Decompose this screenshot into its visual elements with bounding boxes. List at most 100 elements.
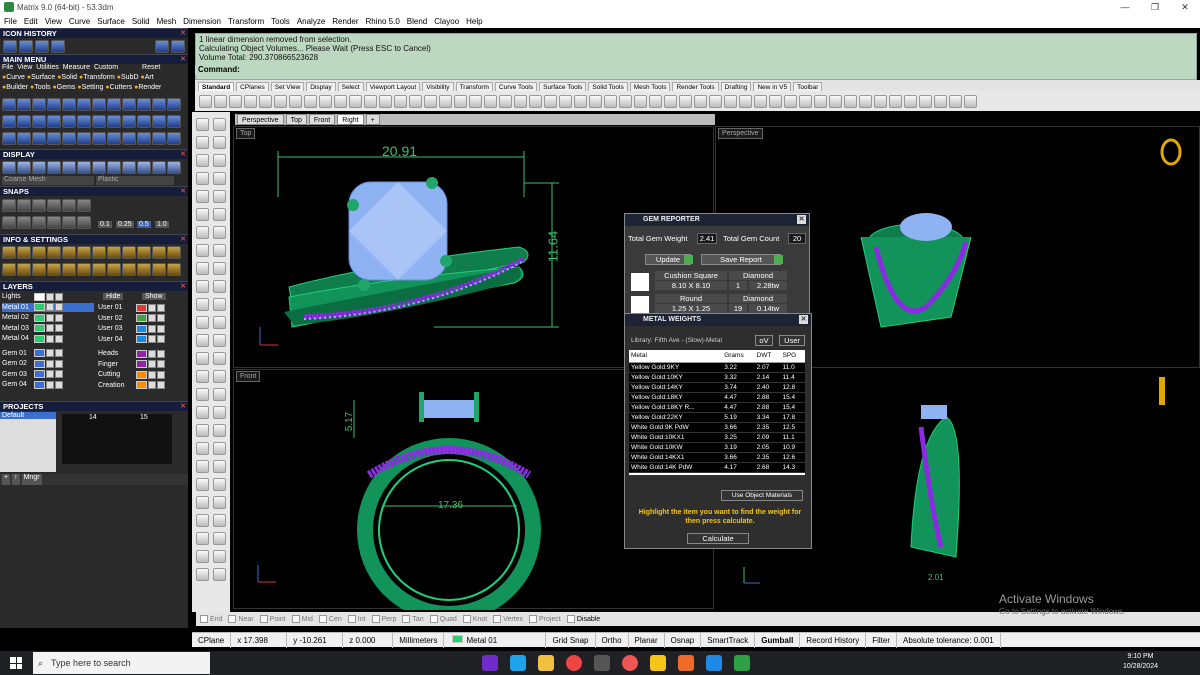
menu-mesh[interactable]: Mesh bbox=[157, 17, 177, 26]
side-tool-icon[interactable] bbox=[196, 118, 209, 131]
side-tool-icon[interactable] bbox=[213, 370, 226, 383]
panel-tool-icon[interactable] bbox=[32, 161, 46, 174]
side-tool-icon[interactable] bbox=[213, 568, 226, 581]
osnap-checkbox[interactable] bbox=[402, 615, 411, 623]
osnap-vertex[interactable]: Vertex bbox=[493, 615, 523, 623]
layer-row[interactable]: Gem 03 bbox=[2, 370, 94, 379]
panel-tool-icon[interactable] bbox=[32, 246, 46, 259]
layer-row[interactable]: Finger bbox=[98, 360, 188, 369]
panel-tool-icon[interactable] bbox=[92, 263, 106, 276]
layer-visibility-icon[interactable] bbox=[46, 313, 54, 322]
status-toggle[interactable]: SmartTrack bbox=[701, 632, 756, 648]
main-menu-utilities[interactable]: Utilities bbox=[36, 64, 59, 71]
layer-color-swatch[interactable] bbox=[136, 381, 147, 389]
layer-lock-icon[interactable] bbox=[157, 349, 165, 358]
main-menu-row2[interactable]: ●Curve ●Surface ●Solid ●Transform ●SubD … bbox=[2, 74, 154, 81]
snap-value-3[interactable]: 1.0 bbox=[155, 221, 169, 228]
toolbar-tab[interactable]: Curve Tools bbox=[494, 82, 538, 91]
osnap-checkbox[interactable] bbox=[529, 615, 538, 623]
layer-row[interactable]: Gem 01 bbox=[2, 349, 94, 358]
menu-render[interactable]: Render bbox=[332, 17, 358, 26]
panel-tool-icon[interactable] bbox=[32, 115, 46, 128]
layer-lock-icon[interactable] bbox=[157, 360, 165, 368]
panel-tool-icon[interactable] bbox=[92, 132, 106, 145]
tab-front[interactable]: Front bbox=[308, 114, 336, 125]
side-tool-icon[interactable] bbox=[196, 442, 209, 455]
layer-color-swatch[interactable] bbox=[136, 314, 147, 322]
layer-lock-icon[interactable] bbox=[157, 335, 165, 343]
panel-tool-icon[interactable] bbox=[62, 263, 76, 276]
toolbar-tool-icon[interactable] bbox=[964, 94, 977, 108]
osnap-checkbox[interactable] bbox=[318, 615, 327, 623]
layer-lock-icon[interactable] bbox=[55, 334, 63, 343]
panel-tool-icon[interactable] bbox=[32, 98, 46, 111]
toolbar-tool-icon[interactable] bbox=[694, 94, 707, 108]
osnap-mid[interactable]: Mid bbox=[291, 615, 313, 623]
main-menu-transform[interactable]: Transform bbox=[83, 74, 115, 81]
arrow-left-icon[interactable] bbox=[155, 40, 169, 53]
main-menu-tools[interactable]: Tools bbox=[34, 84, 50, 91]
layer-color-swatch[interactable] bbox=[136, 360, 147, 368]
close-icon[interactable]: ✕ bbox=[180, 282, 186, 292]
panel-tool-icon[interactable] bbox=[137, 115, 151, 128]
menu-dimension[interactable]: Dimension bbox=[183, 17, 221, 26]
display-mode-left[interactable]: Coarse Mesh bbox=[2, 176, 94, 185]
panel-tool-icon[interactable] bbox=[152, 246, 166, 259]
layer-row[interactable]: Cutting bbox=[98, 370, 188, 379]
side-tool-icon[interactable] bbox=[196, 172, 209, 185]
panel-tool-icon[interactable] bbox=[62, 161, 76, 174]
add-tab-icon[interactable]: + bbox=[365, 114, 380, 125]
panel-tool-icon[interactable] bbox=[62, 216, 76, 229]
toolbar-tab[interactable]: Surface Tools bbox=[539, 82, 587, 91]
current-layer[interactable]: Metal 01 bbox=[444, 632, 547, 648]
layer-visibility-icon[interactable] bbox=[46, 303, 54, 311]
side-tool-icon[interactable] bbox=[213, 442, 226, 455]
close-icon[interactable]: ✕ bbox=[180, 29, 186, 39]
toolbar-tool-icon[interactable] bbox=[439, 94, 452, 108]
panel-tool-icon[interactable] bbox=[152, 132, 166, 145]
side-tool-icon[interactable] bbox=[196, 496, 209, 509]
panel-tool-icon[interactable] bbox=[47, 199, 61, 212]
layer-row[interactable]: User 02 bbox=[98, 314, 188, 323]
panel-tool-icon[interactable] bbox=[107, 263, 121, 276]
side-tool-icon[interactable] bbox=[196, 226, 209, 239]
history-tool-icon[interactable] bbox=[35, 40, 49, 53]
panel-tool-icon[interactable] bbox=[77, 216, 91, 229]
layer-color-swatch[interactable] bbox=[34, 370, 45, 378]
snap-value-0[interactable]: 0.1 bbox=[98, 221, 112, 228]
app-icon[interactable] bbox=[622, 655, 638, 671]
layer-row[interactable]: Gem 02 bbox=[2, 359, 94, 368]
osnap-checkbox[interactable] bbox=[228, 615, 237, 623]
toolbar-tool-icon[interactable] bbox=[484, 94, 497, 108]
panel-tool-icon[interactable] bbox=[17, 246, 31, 259]
panel-tool-icon[interactable] bbox=[137, 132, 151, 145]
table-row[interactable]: Yellow Gold:18KY R... 4.47 2.88 15.4 bbox=[629, 402, 805, 413]
osnap-checkbox[interactable] bbox=[566, 615, 575, 623]
toolbar-tool-icon[interactable] bbox=[889, 94, 902, 108]
main-menu-cutters[interactable]: Cutters bbox=[110, 84, 133, 91]
layer-visibility-icon[interactable] bbox=[148, 370, 156, 379]
panel-tool-icon[interactable] bbox=[92, 161, 106, 174]
panel-tool-icon[interactable] bbox=[107, 161, 121, 174]
layer-visibility-icon[interactable] bbox=[148, 335, 156, 343]
side-tool-icon[interactable] bbox=[196, 370, 209, 383]
layer-color-swatch[interactable] bbox=[34, 359, 45, 368]
layer-color-swatch[interactable] bbox=[34, 324, 45, 332]
taskbar-search[interactable]: ⌕ Type here to search bbox=[33, 652, 210, 674]
panel-tool-icon[interactable] bbox=[122, 115, 136, 128]
panel-tool-icon[interactable] bbox=[92, 98, 106, 111]
toolbar-tool-icon[interactable] bbox=[199, 94, 212, 108]
toolbar-tool-icon[interactable] bbox=[844, 94, 857, 108]
side-tool-icon[interactable] bbox=[196, 280, 209, 293]
status-toggle[interactable]: Grid Snap bbox=[546, 632, 596, 648]
project-default[interactable]: Default bbox=[0, 412, 56, 419]
panel-tool-icon[interactable] bbox=[167, 115, 181, 128]
panel-tool-icon[interactable] bbox=[167, 263, 181, 276]
layer-color-swatch[interactable] bbox=[34, 303, 45, 311]
menu-curve[interactable]: Curve bbox=[69, 17, 90, 26]
layer-lock-icon[interactable] bbox=[55, 292, 63, 301]
panel-tool-icon[interactable] bbox=[92, 246, 106, 259]
chrome-icon[interactable] bbox=[566, 655, 582, 671]
side-tool-icon[interactable] bbox=[213, 154, 226, 167]
status-toggle[interactable]: Gumball bbox=[755, 632, 801, 648]
